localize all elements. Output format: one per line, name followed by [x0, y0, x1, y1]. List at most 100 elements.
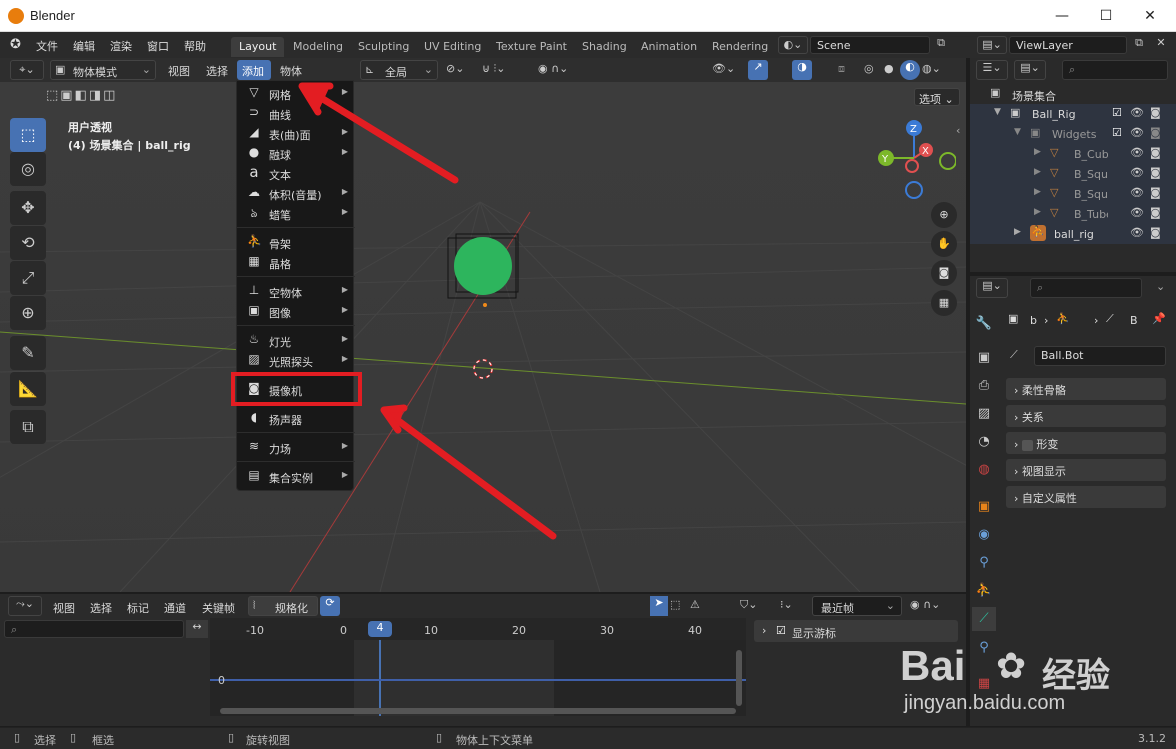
tab-animation[interactable]: Animation: [633, 37, 705, 57]
scene-tab-icon[interactable]: ◔: [972, 430, 996, 454]
select-box-tool-icon[interactable]: ⬚: [10, 118, 46, 152]
vertical-scrollbar[interactable]: [736, 650, 742, 706]
chevron-down-icon[interactable]: ⌄: [1156, 280, 1165, 293]
camera-render-icon[interactable]: ◙: [1150, 166, 1161, 179]
menu-object[interactable]: 物体: [280, 63, 302, 79]
properties-editor-icon[interactable]: ▤⌄: [976, 278, 1008, 298]
minimize-button[interactable]: —: [1040, 2, 1084, 30]
timeline-menu-key[interactable]: 关键帧: [202, 600, 235, 616]
eye-icon[interactable]: 👁: [1130, 186, 1144, 199]
camera-render-icon[interactable]: ◙: [1150, 226, 1161, 239]
outliner-search-input[interactable]: ⌕: [1062, 60, 1168, 80]
scale-tool-icon[interactable]: ⤢: [10, 261, 46, 295]
panel-deform[interactable]: › 形变: [1006, 432, 1166, 454]
mode-dropdown[interactable]: ▣ 物体模式 ⌄: [50, 60, 156, 80]
menu-item-speaker[interactable]: ◖ 扬声器: [237, 408, 355, 428]
viewlayer-selector-icon[interactable]: ▤⌄: [977, 36, 1007, 54]
outliner-editor-icon[interactable]: ☰⌄: [976, 60, 1008, 80]
sync-icon[interactable]: ⟳: [320, 596, 340, 616]
camera-render-icon[interactable]: ◙: [1150, 106, 1161, 119]
scene-selector-icon[interactable]: ◐⌄: [778, 36, 808, 54]
proportional-icon[interactable]: ◉ ∩⌄: [910, 598, 940, 611]
pan-icon[interactable]: ✋: [931, 231, 957, 257]
world-tab-icon[interactable]: ◍: [972, 458, 996, 482]
tab-sculpting[interactable]: Sculpting: [350, 37, 417, 57]
scene-field[interactable]: Scene: [810, 36, 930, 54]
menu-item-light[interactable]: ♨ 灯光 ▶: [237, 330, 355, 350]
options-dropdown[interactable]: 选项 ⌄: [914, 88, 960, 106]
tree-row-scene-collection[interactable]: ▣ 场景集合: [970, 84, 1176, 104]
menu-add[interactable]: 添加: [237, 60, 271, 80]
menu-item-image[interactable]: ▣ 图像 ▶: [237, 301, 355, 321]
ball-object[interactable]: [440, 232, 530, 312]
checkbox-icon[interactable]: ☑: [1112, 106, 1122, 119]
timeline-menu-select[interactable]: 选择: [90, 600, 112, 616]
3d-viewport[interactable]: ⬚▣◧◨◫ 用户透视 (4) 场景集合 | ball_rig ⬚ ◎ ✥ ⟲ ⤢…: [0, 82, 966, 592]
menu-item-curve[interactable]: ⊃ 曲线 ▶: [237, 103, 355, 123]
camera-view-icon[interactable]: ◙: [931, 260, 957, 286]
remove-viewlayer-icon[interactable]: ✕: [1152, 36, 1170, 54]
timeline-editor-icon[interactable]: ⤳⌄: [8, 596, 42, 616]
tab-layout[interactable]: Layout: [231, 37, 285, 57]
tree-row-widgets[interactable]: ▼ ▣ Widgets ☑ 👁 ◙: [970, 124, 1176, 144]
timeline-menu-channel[interactable]: 通道: [164, 600, 186, 616]
view-layer-tab-icon[interactable]: ▨: [972, 402, 996, 426]
menu-item-metaball[interactable]: ● 融球 ▶: [237, 143, 355, 163]
camera-render-icon[interactable]: ◙: [1150, 186, 1161, 199]
object-tab-icon[interactable]: ▣: [972, 495, 996, 519]
annotate-tool-icon[interactable]: ✎: [10, 336, 46, 370]
only-selected-icon[interactable]: ➤: [650, 596, 668, 616]
current-frame-badge[interactable]: 4: [368, 621, 392, 637]
shading-solid-icon[interactable]: ●: [884, 62, 894, 75]
menu-window[interactable]: 窗口: [147, 38, 169, 54]
shading-material-icon[interactable]: ◐: [900, 60, 920, 80]
interpolation-dropdown[interactable]: 最近帧 ⌄: [812, 596, 902, 616]
keyframe-area[interactable]: 0: [210, 640, 746, 716]
xray-icon[interactable]: ⧈: [838, 62, 845, 76]
menu-item-light-probe[interactable]: ▨ 光照探头 ▶: [237, 350, 355, 370]
collapse-sidebar-icon[interactable]: ‹: [956, 124, 960, 137]
move-tool-icon[interactable]: ✥: [10, 191, 46, 225]
add-cube-tool-icon[interactable]: ⧉: [10, 410, 46, 444]
close-button[interactable]: ✕: [1128, 2, 1172, 30]
menu-item-mesh[interactable]: ▽ 网格 ▶: [237, 83, 355, 103]
tab-texture-paint[interactable]: Texture Paint: [488, 37, 575, 57]
panel-relations[interactable]: › 关系: [1006, 405, 1166, 427]
eye-icon[interactable]: 👁: [1130, 206, 1144, 219]
horizontal-scrollbar[interactable]: [220, 708, 736, 714]
output-tab-icon[interactable]: ⎙: [972, 374, 996, 398]
camera-render-icon[interactable]: ◙: [1150, 146, 1161, 159]
timeline-ruler[interactable]: -10 0 10 20 30 40 4: [210, 618, 746, 640]
menu-item-armature[interactable]: ⛹ 骨架: [237, 232, 355, 252]
gizmo-toggle-icon[interactable]: ↗: [748, 60, 768, 80]
tab-uv-editing[interactable]: UV Editing: [416, 37, 489, 57]
timeline-menu-view[interactable]: 视图: [53, 600, 75, 616]
navigation-gizmo[interactable]: Z X Y: [872, 118, 956, 202]
menu-item-grease-pencil[interactable]: ঌ 蜡笔 ▶: [237, 203, 355, 223]
timeline-menu-marker[interactable]: 标记: [127, 600, 149, 616]
measure-tool-icon[interactable]: 📐: [10, 372, 46, 406]
overlay-toggle-icon[interactable]: ◑: [792, 60, 812, 80]
visibility-icon[interactable]: 👁⌄: [712, 62, 735, 75]
snap-icon[interactable]: ⊍ ⫶⌄: [482, 62, 506, 76]
shading-wireframe-icon[interactable]: ◎: [864, 62, 874, 75]
cursor-tool-icon[interactable]: ◎: [10, 152, 46, 186]
proportional-edit-icon[interactable]: ◉ ∩⌄: [538, 62, 568, 75]
zoom-icon[interactable]: ⊕: [931, 202, 957, 228]
blender-menu-icon[interactable]: ✪: [10, 38, 26, 52]
checkbox-icon[interactable]: [1021, 439, 1033, 451]
menu-item-force-field[interactable]: ≋ 力场 ▶: [237, 437, 355, 457]
eye-icon[interactable]: 👁: [1130, 166, 1144, 179]
menu-view[interactable]: 视图: [168, 63, 190, 79]
errors-icon[interactable]: ⚠: [690, 598, 700, 611]
menu-item-empty[interactable]: ⊥ 空物体 ▶: [237, 281, 355, 301]
pivot-icon[interactable]: ⊘⌄: [446, 62, 464, 75]
tree-row-b-cube[interactable]: ▶ ▽ B_Cube 👁 ◙: [970, 144, 1176, 164]
tool-tab-icon[interactable]: 🔧: [972, 312, 996, 336]
swap-icon[interactable]: ↔: [186, 620, 208, 638]
shading-rendered-icon[interactable]: ◍⌄: [922, 62, 941, 75]
bone-name-field[interactable]: Ball.Bot: [1034, 346, 1166, 366]
selection-modes[interactable]: ⬚▣◧◨◫: [46, 88, 117, 103]
transform-orientation-dropdown[interactable]: ⊾ 全局 ⌄: [360, 60, 438, 80]
render-tab-icon[interactable]: ▣: [972, 346, 996, 370]
